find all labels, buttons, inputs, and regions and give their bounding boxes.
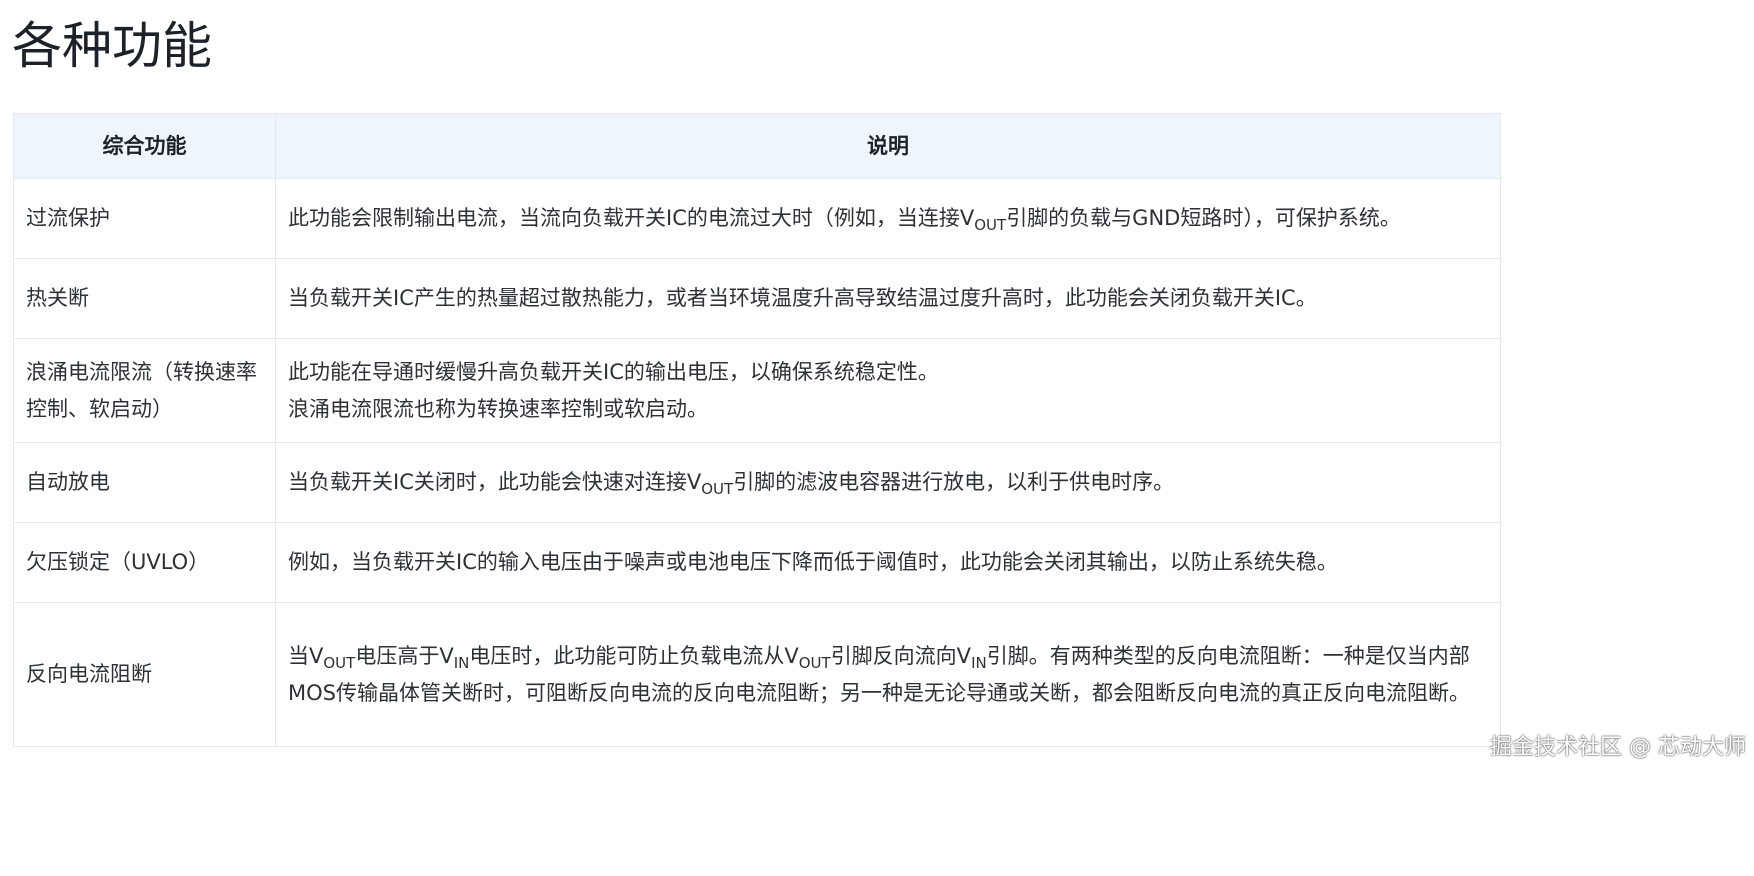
header-description: 说明: [275, 113, 1501, 179]
feature-cell: 热关断: [13, 258, 276, 339]
table-row: 欠压锁定（UVLO） 例如，当负载开关IC的输入电压由于噪声或电池电压下降而低于…: [13, 522, 1501, 603]
features-table: 综合功能 说明 过流保护 此功能会限制输出电流，当流向负载开关IC的电流过大时（…: [13, 113, 1501, 747]
description-cell: 此功能在导通时缓慢升高负载开关IC的输出电压，以确保系统稳定性。 浪涌电流限流也称…: [275, 338, 1501, 443]
feature-cell: 浪涌电流限流（转换速率控制、软启动）: [13, 338, 276, 443]
description-cell: 例如，当负载开关IC的输入电压由于噪声或电池电压下降而低于阈值时，此功能会关闭其…: [275, 522, 1501, 603]
header-feature: 综合功能: [13, 113, 276, 179]
feature-cell: 欠压锁定（UVLO）: [13, 522, 276, 603]
desc-text: 电压时，此功能可防止负载电流从V: [469, 643, 799, 668]
page-title: 各种功能: [12, 17, 212, 75]
desc-line: 此功能在导通时缓慢升高负载开关IC的输出电压，以确保系统稳定性。: [288, 359, 939, 384]
subscript: OUT: [974, 216, 1007, 234]
subscript: IN: [453, 653, 470, 672]
description-cell: 当VOUT电压高于VIN电压时，此功能可防止负载电流从VOUT引脚反向流向VIN…: [275, 602, 1501, 747]
description-cell: 当负载开关IC关闭时，此功能会快速对连接VOUT引脚的滤波电容器进行放电，以利于…: [275, 442, 1501, 523]
description-cell: 此功能会限制输出电流，当流向负载开关IC的电流过大时（例如，当连接VOUT引脚的…: [275, 178, 1501, 259]
table-header-row: 综合功能 说明: [13, 113, 1501, 179]
desc-text: 引脚的负载与GND短路时），可保护系统。: [1006, 206, 1401, 230]
desc-text: 引脚反向流向V: [830, 643, 972, 668]
subscript: OUT: [701, 480, 734, 498]
desc-line: 浪涌电流限流也称为转换速率控制或软启动。: [288, 396, 708, 421]
desc-text: 当负载开关IC关闭时，此功能会快速对连接V: [288, 470, 702, 494]
description-cell: 当负载开关IC产生的热量超过散热能力，或者当环境温度升高导致结温过度升高时，此功…: [275, 258, 1501, 339]
table-row: 过流保护 此功能会限制输出电流，当流向负载开关IC的电流过大时（例如，当连接VO…: [13, 178, 1501, 259]
desc-text: 电压高于V: [355, 643, 454, 668]
watermark: 掘金技术社区 @ 芯动大师: [1490, 735, 1746, 760]
desc-text: 引脚的滤波电容器进行放电，以利于供电时序。: [733, 470, 1175, 494]
feature-cell: 反向电流阻断: [13, 602, 276, 747]
feature-cell: 过流保护: [13, 178, 276, 259]
table-row: 浪涌电流限流（转换速率控制、软启动） 此功能在导通时缓慢升高负载开关IC的输出电…: [13, 338, 1501, 443]
desc-text: 此功能会限制输出电流，当流向负载开关IC的电流过大时（例如，当连接V: [288, 206, 975, 230]
desc-text: 当V: [288, 643, 324, 668]
subscript: OUT: [323, 653, 356, 672]
feature-cell: 自动放电: [13, 442, 276, 523]
table-row: 反向电流阻断 当VOUT电压高于VIN电压时，此功能可防止负载电流从VOUT引脚…: [13, 602, 1501, 747]
table-row: 热关断 当负载开关IC产生的热量超过散热能力，或者当环境温度升高导致结温过度升高…: [13, 258, 1501, 339]
subscript: IN: [971, 653, 987, 672]
subscript: OUT: [798, 653, 831, 672]
table-row: 自动放电 当负载开关IC关闭时，此功能会快速对连接VOUT引脚的滤波电容器进行放…: [13, 442, 1501, 523]
